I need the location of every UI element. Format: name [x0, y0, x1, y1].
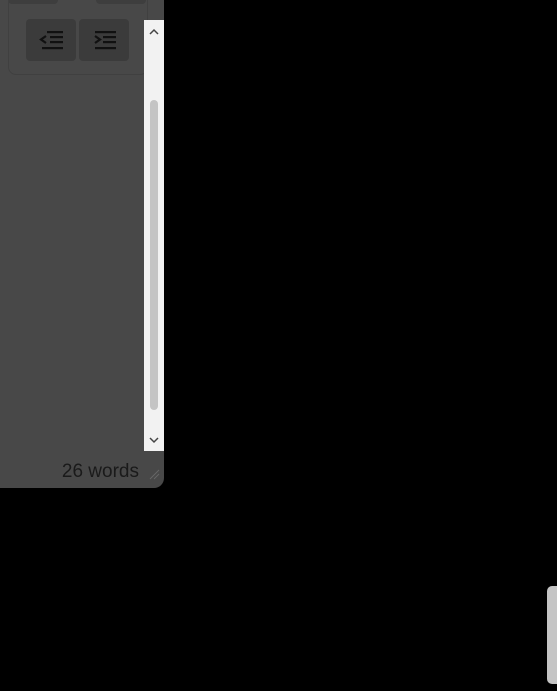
page-scrollbar-thumb[interactable] [547, 586, 557, 684]
scroll-down-button[interactable] [144, 431, 164, 449]
toolbar-group [8, 0, 148, 75]
editor-scrollbar[interactable] [144, 20, 164, 451]
scroll-up-button[interactable] [144, 22, 164, 40]
editor-panel: 26 words [0, 0, 164, 488]
chevron-up-icon [149, 28, 159, 35]
indent-icon [94, 31, 116, 50]
scrollbar-thumb[interactable] [150, 100, 158, 410]
word-count: 26 words [61, 461, 139, 482]
indent-button[interactable] [79, 19, 129, 61]
resize-handle-icon[interactable] [148, 468, 160, 480]
outdent-button[interactable] [26, 19, 76, 61]
outdent-icon [39, 31, 63, 50]
chevron-down-icon [149, 436, 159, 443]
